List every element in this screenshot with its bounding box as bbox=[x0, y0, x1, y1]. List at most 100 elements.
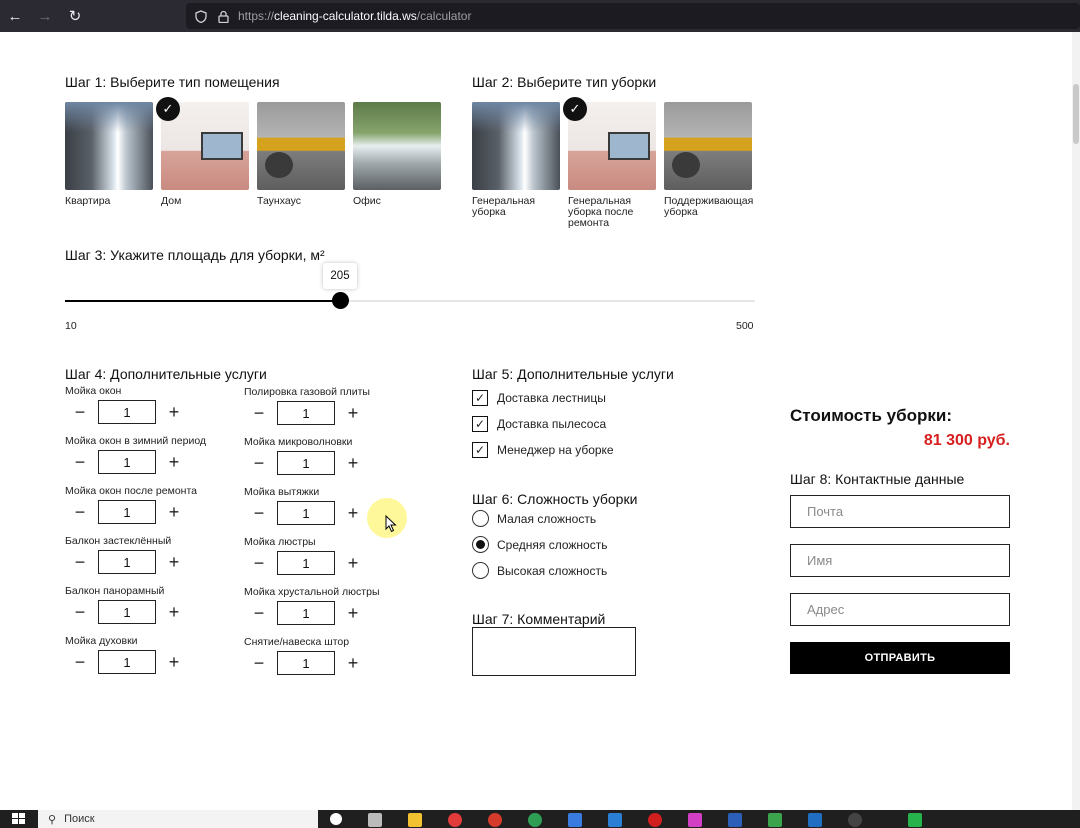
plus-button[interactable]: + bbox=[338, 651, 368, 675]
comment-textarea[interactable] bbox=[472, 627, 636, 676]
cleaning-option-label: Поддерживающая уборка bbox=[664, 195, 754, 218]
opera-icon[interactable] bbox=[648, 813, 662, 827]
area-slider-handle[interactable] bbox=[332, 292, 349, 309]
taskbar-search[interactable]: ⚲ Поиск bbox=[38, 810, 318, 828]
minus-button[interactable]: − bbox=[65, 650, 95, 674]
plus-button[interactable]: + bbox=[338, 401, 368, 425]
quantity-field[interactable]: 1 bbox=[277, 501, 335, 525]
shield-icon bbox=[194, 9, 208, 23]
quantity-field[interactable]: 1 bbox=[98, 650, 156, 674]
minus-button[interactable]: − bbox=[65, 500, 95, 524]
plus-button[interactable]: + bbox=[159, 600, 189, 624]
submit-button[interactable]: ОТПРАВИТЬ bbox=[790, 642, 1010, 674]
address-field[interactable]: Адрес bbox=[790, 593, 1010, 626]
cleaning-option-maintenance[interactable]: Поддерживающая уборка bbox=[664, 102, 754, 218]
minus-button[interactable]: − bbox=[65, 550, 95, 574]
plus-button[interactable]: + bbox=[338, 501, 368, 525]
plus-button[interactable]: + bbox=[338, 601, 368, 625]
cleaning-option-after-renovation[interactable]: Генеральная уборка после ремонта bbox=[568, 102, 656, 229]
service-stepper: Мойка окон после ремонта −1 + bbox=[65, 485, 235, 524]
app-icon[interactable] bbox=[688, 813, 702, 827]
service-stepper: Балкон панорамный −1 + bbox=[65, 585, 235, 624]
app-icon[interactable] bbox=[568, 813, 582, 827]
quantity-field[interactable]: 1 bbox=[277, 651, 335, 675]
radio-button-selected[interactable] bbox=[472, 536, 489, 553]
checkbox-checked-icon[interactable]: ✓ bbox=[472, 442, 488, 458]
quantity-field[interactable]: 1 bbox=[98, 450, 156, 474]
reload-icon[interactable]: ↻ bbox=[60, 0, 90, 32]
cortana-icon[interactable] bbox=[330, 813, 342, 825]
service-stepper: Мойка люстры −1 + bbox=[244, 536, 414, 575]
outlook-icon[interactable] bbox=[808, 813, 822, 827]
yandex-icon[interactable] bbox=[448, 813, 462, 827]
service-stepper: Снятие/навеска штор −1 + bbox=[244, 636, 414, 675]
mouse-cursor-icon bbox=[385, 514, 397, 536]
minus-button[interactable]: − bbox=[244, 601, 274, 625]
windows-start-icon[interactable] bbox=[12, 813, 26, 825]
minus-button[interactable]: − bbox=[65, 450, 95, 474]
word-icon[interactable] bbox=[728, 813, 742, 827]
minus-button[interactable]: − bbox=[244, 551, 274, 575]
vscode-icon[interactable] bbox=[608, 813, 622, 827]
radio-medium-complexity[interactable]: Средняя сложность bbox=[472, 536, 607, 553]
task-view-icon[interactable] bbox=[368, 813, 382, 827]
service-label: Мойка окон после ремонта bbox=[65, 485, 197, 497]
page-scrollbar[interactable] bbox=[1072, 32, 1080, 810]
cleaning-option-general[interactable]: Генеральная уборка bbox=[472, 102, 560, 218]
app-icon[interactable] bbox=[908, 813, 922, 827]
area-slider[interactable] bbox=[65, 292, 755, 309]
room-option-office[interactable]: Офис bbox=[353, 102, 441, 207]
chrome-icon[interactable] bbox=[528, 813, 542, 827]
minus-button[interactable]: − bbox=[244, 451, 274, 475]
quantity-field[interactable]: 1 bbox=[277, 401, 335, 425]
name-field[interactable]: Имя bbox=[790, 544, 1010, 577]
back-icon[interactable]: ← bbox=[0, 0, 30, 32]
plus-button[interactable]: + bbox=[159, 400, 189, 424]
minus-button[interactable]: − bbox=[65, 400, 95, 424]
quantity-field[interactable]: 1 bbox=[277, 551, 335, 575]
quantity-field[interactable]: 1 bbox=[277, 601, 335, 625]
service-label: Полировка газовой плиты bbox=[244, 386, 370, 398]
webstorm-icon[interactable] bbox=[768, 813, 782, 827]
app-icon[interactable] bbox=[848, 813, 862, 827]
radio-low-complexity[interactable]: Малая сложность bbox=[472, 510, 596, 527]
service-label: Мойка окон bbox=[65, 385, 122, 397]
quantity-field[interactable]: 1 bbox=[98, 500, 156, 524]
minus-button[interactable]: − bbox=[244, 401, 274, 425]
checkbox-checked-icon[interactable]: ✓ bbox=[472, 416, 488, 432]
quantity-field[interactable]: 1 bbox=[98, 550, 156, 574]
plus-button[interactable]: + bbox=[338, 451, 368, 475]
quantity-field[interactable]: 1 bbox=[98, 400, 156, 424]
radio-label: Малая сложность bbox=[497, 511, 597, 526]
room-option-townhouse[interactable]: Таунхаус bbox=[257, 102, 345, 207]
scrollbar-thumb[interactable] bbox=[1073, 84, 1079, 144]
room-option-apartment[interactable]: Квартира bbox=[65, 102, 153, 207]
minus-button[interactable]: − bbox=[65, 600, 95, 624]
plus-button[interactable]: + bbox=[159, 500, 189, 524]
quantity-field[interactable]: 1 bbox=[98, 600, 156, 624]
checkbox-vacuum-delivery[interactable]: ✓ Доставка пылесоса bbox=[472, 416, 606, 432]
checkbox-manager[interactable]: ✓ Менеджер на уборке bbox=[472, 442, 614, 458]
file-explorer-icon[interactable] bbox=[408, 813, 422, 827]
radio-button[interactable] bbox=[472, 510, 489, 527]
plus-button[interactable]: + bbox=[159, 650, 189, 674]
room-option-label: Таунхаус bbox=[257, 195, 301, 207]
plus-button[interactable]: + bbox=[338, 551, 368, 575]
minus-button[interactable]: − bbox=[244, 651, 274, 675]
quantity-field[interactable]: 1 bbox=[277, 451, 335, 475]
plus-button[interactable]: + bbox=[159, 550, 189, 574]
room-option-label: Квартира bbox=[65, 195, 111, 207]
radio-high-complexity[interactable]: Высокая сложность bbox=[472, 562, 607, 579]
minus-button[interactable]: − bbox=[244, 501, 274, 525]
radio-button[interactable] bbox=[472, 562, 489, 579]
lock-icon bbox=[216, 9, 230, 23]
checkbox-ladder-delivery[interactable]: ✓ Доставка лестницы bbox=[472, 390, 606, 406]
app-icon[interactable] bbox=[488, 813, 502, 827]
windows-taskbar: ⚲ Поиск bbox=[0, 810, 1080, 828]
plus-button[interactable]: + bbox=[159, 450, 189, 474]
forward-icon[interactable]: → bbox=[30, 0, 60, 32]
address-bar[interactable]: https://cleaning-calculator.tilda.ws/cal… bbox=[186, 3, 1080, 29]
email-field[interactable]: Почта bbox=[790, 495, 1010, 528]
checkbox-checked-icon[interactable]: ✓ bbox=[472, 390, 488, 406]
service-label: Мойка люстры bbox=[244, 536, 316, 548]
